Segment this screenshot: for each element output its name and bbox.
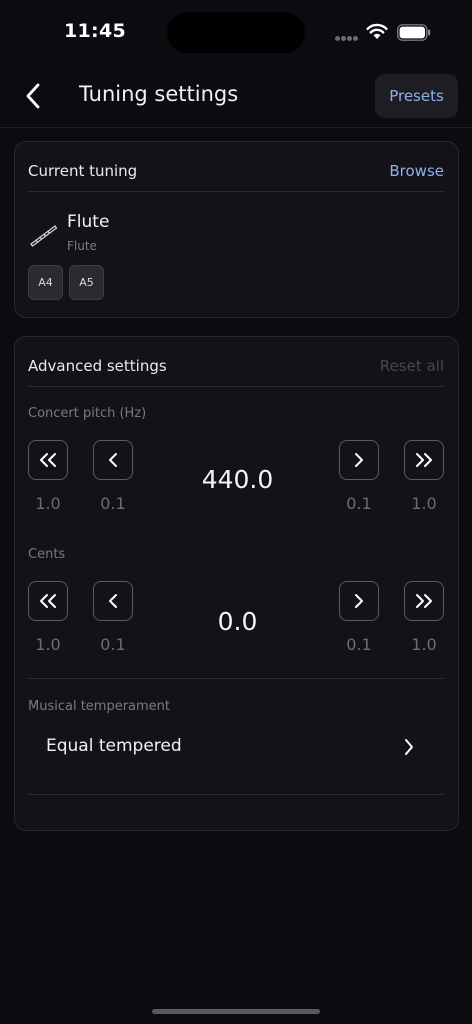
wifi-icon xyxy=(366,23,388,39)
pitch-step-label: 1.0 xyxy=(35,494,61,513)
chevrons-left-icon xyxy=(40,453,56,467)
temperament-value: Equal tempered xyxy=(46,736,182,756)
cents-step-label: 0.1 xyxy=(346,635,372,654)
pitch-step-label: 0.1 xyxy=(346,494,372,513)
pitch-step-label: 0.1 xyxy=(100,494,126,513)
browse-button[interactable]: Browse xyxy=(389,162,444,180)
presets-button[interactable]: Presets xyxy=(375,74,458,118)
home-indicator xyxy=(152,1009,320,1014)
chevron-left-icon xyxy=(109,594,117,608)
cents-step-label: 1.0 xyxy=(411,635,437,654)
cents-label: Cents xyxy=(28,547,66,562)
chevrons-left-icon xyxy=(40,594,56,608)
chevrons-right-icon xyxy=(416,594,432,608)
cents-step-label: 0.1 xyxy=(100,635,126,654)
advanced-settings-title: Advanced settings xyxy=(28,357,167,375)
section-divider xyxy=(28,794,444,795)
instrument-subtitle: Flute xyxy=(67,239,97,253)
tuning-settings-screen: 11:45 Tuning settings Presets Current tu… xyxy=(0,0,472,1024)
cents-value: 0.0 xyxy=(217,607,258,636)
current-tuning-card: Current tuning Browse Flute Flute A4 A5 xyxy=(14,141,459,318)
concert-pitch-label: Concert pitch (Hz) xyxy=(28,406,147,421)
advanced-settings-card: Advanced settings Reset all Concert pitc… xyxy=(14,336,459,831)
page-title: Tuning settings xyxy=(79,82,239,106)
chevron-right-icon xyxy=(405,739,413,755)
pitch-step-label: 1.0 xyxy=(411,494,437,513)
temperament-selector[interactable]: Equal tempered xyxy=(28,722,444,772)
cellular-signal-icon xyxy=(335,36,359,42)
back-button[interactable] xyxy=(18,78,48,114)
chevron-left-icon xyxy=(109,453,117,467)
cents-decrease-small-button[interactable] xyxy=(93,581,133,621)
dynamic-island xyxy=(167,12,305,53)
pitch-increase-large-button[interactable] xyxy=(404,440,444,480)
note-badge-a4[interactable]: A4 xyxy=(28,265,63,300)
cents-step-label: 1.0 xyxy=(35,635,61,654)
chevron-right-icon xyxy=(355,594,363,608)
navigation-header: Tuning settings Presets xyxy=(0,64,472,128)
instrument-name: Flute xyxy=(67,212,110,232)
reset-all-button[interactable]: Reset all xyxy=(380,357,444,375)
cents-increase-small-button[interactable] xyxy=(339,581,379,621)
pitch-decrease-small-button[interactable] xyxy=(93,440,133,480)
flute-icon xyxy=(30,225,58,247)
battery-icon xyxy=(397,24,431,41)
cents-decrease-large-button[interactable] xyxy=(28,581,68,621)
pitch-decrease-large-button[interactable] xyxy=(28,440,68,480)
advanced-settings-header: Advanced settings Reset all xyxy=(28,337,444,387)
concert-pitch-value: 440.0 xyxy=(201,465,274,494)
chevrons-right-icon xyxy=(416,453,432,467)
cents-increase-large-button[interactable] xyxy=(404,581,444,621)
status-time: 11:45 xyxy=(64,20,126,42)
pitch-increase-small-button[interactable] xyxy=(339,440,379,480)
temperament-label: Musical temperament xyxy=(28,699,171,714)
current-tuning-title: Current tuning xyxy=(28,162,138,180)
current-tuning-header: Current tuning Browse xyxy=(28,142,444,192)
chevron-right-icon xyxy=(355,453,363,467)
note-badge-a5[interactable]: A5 xyxy=(69,265,104,300)
section-divider xyxy=(28,678,444,679)
chevron-left-icon xyxy=(26,83,40,109)
